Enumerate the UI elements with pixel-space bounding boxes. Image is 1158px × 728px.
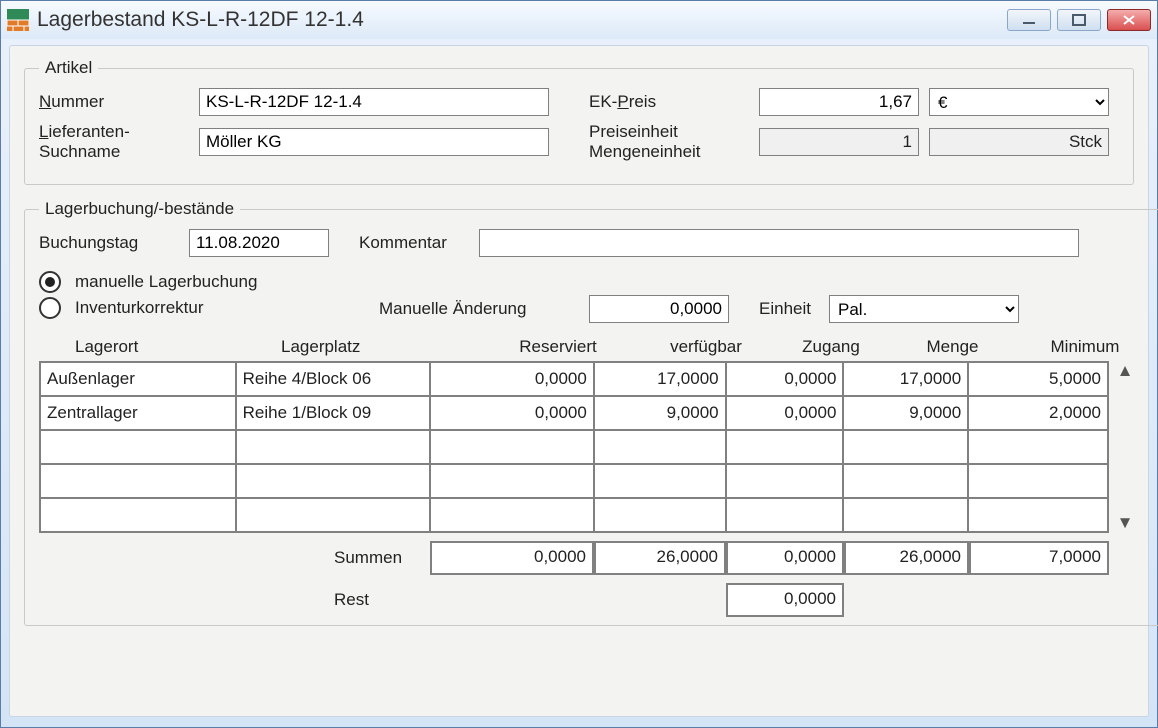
kommentar-label: Kommentar — [359, 233, 447, 252]
lager-group: Lagerbuchung/-bestände Buchungstag Komme… — [24, 199, 1158, 626]
sum-reserviert: 0,0000 — [430, 541, 594, 575]
cell-menge[interactable]: 9,0000 — [843, 396, 968, 430]
nummer-label: Nummer — [39, 92, 104, 111]
cell-ort[interactable]: Außenlager — [40, 362, 236, 396]
radio-inventurkorrektur[interactable] — [39, 297, 61, 319]
manuelle-aenderung-input[interactable] — [589, 295, 729, 323]
summen-label: Summen — [334, 548, 402, 567]
cell-res[interactable]: 0,0000 — [430, 362, 594, 396]
artikel-legend: Artikel — [39, 58, 98, 78]
radio-inventur-label: Inventurkorrektur — [75, 298, 204, 318]
mengeneinheit-label: Mengeneinheit — [589, 142, 701, 161]
sum-menge: 26,0000 — [844, 541, 969, 575]
hdr-zugang: Zugang — [772, 337, 890, 357]
lieferant-input[interactable] — [199, 128, 549, 156]
einheit-label: Einheit — [759, 299, 829, 319]
sum-zugang: 0,0000 — [726, 541, 844, 575]
cell-min[interactable] — [968, 430, 1108, 464]
cell-zu[interactable]: 0,0000 — [726, 362, 844, 396]
buchungstag-label: Buchungstag — [39, 233, 138, 252]
cell-verf[interactable]: 9,0000 — [594, 396, 726, 430]
cell-verf[interactable] — [594, 498, 726, 532]
cell-min[interactable]: 5,0000 — [968, 362, 1108, 396]
window: Lagerbestand KS-L-R-12DF 12-1.4 Artikel … — [0, 0, 1158, 728]
cell-min[interactable]: 2,0000 — [968, 396, 1108, 430]
hdr-minimum: Minimum — [1015, 337, 1155, 357]
radio-manuelle-label: manuelle Lagerbuchung — [75, 272, 257, 292]
currency-select[interactable]: € — [929, 88, 1109, 116]
hdr-lagerort: Lagerort — [49, 337, 271, 357]
table-headers: Lagerort Lagerplatz Reserviert verfügbar… — [49, 337, 1155, 357]
cell-menge[interactable]: 17,0000 — [843, 362, 968, 396]
preiseinheit-label: Preiseinheit — [589, 122, 678, 141]
cell-res[interactable] — [430, 464, 594, 498]
cell-platz[interactable] — [236, 498, 431, 532]
table-row[interactable]: AußenlagerReihe 4/Block 060,000017,00000… — [40, 362, 1108, 396]
table-row[interactable]: ZentrallagerReihe 1/Block 090,00009,0000… — [40, 396, 1108, 430]
hdr-lagerplatz: Lagerplatz — [271, 337, 476, 357]
cell-verf[interactable] — [594, 464, 726, 498]
hdr-reserviert: Reserviert — [476, 337, 640, 357]
brick-wall-icon — [7, 9, 29, 31]
cell-verf[interactable]: 17,0000 — [594, 362, 726, 396]
cell-menge[interactable] — [843, 464, 968, 498]
scroll-down-icon[interactable]: ▼ — [1117, 513, 1134, 533]
lager-table[interactable]: AußenlagerReihe 4/Block 060,000017,00000… — [39, 361, 1109, 533]
table-row[interactable] — [40, 430, 1108, 464]
rest-label: Rest — [334, 590, 369, 609]
close-button[interactable] — [1107, 9, 1151, 31]
buchungstag-input[interactable] — [189, 229, 329, 257]
summen-cells: 0,0000 26,0000 0,0000 26,0000 7,0000 — [430, 541, 1109, 575]
cell-ort[interactable] — [40, 464, 236, 498]
einheit-select[interactable]: Pal. — [829, 295, 1019, 323]
mengeneinheit-value: Stck — [929, 128, 1109, 156]
cell-zu[interactable]: 0,0000 — [726, 396, 844, 430]
sum-verfuegbar: 26,0000 — [594, 541, 726, 575]
cell-platz[interactable]: Reihe 1/Block 09 — [236, 396, 431, 430]
table-row[interactable] — [40, 464, 1108, 498]
sum-minimum: 7,0000 — [969, 541, 1109, 575]
client-area: Artikel Nummer EK-Preis € Lieferanten- — [9, 45, 1149, 717]
table-scrollbar[interactable]: ▲ ▼ — [1113, 361, 1137, 533]
radio-manuelle-lagerbuchung[interactable] — [39, 271, 61, 293]
cell-res[interactable]: 0,0000 — [430, 396, 594, 430]
cell-ort[interactable]: Zentrallager — [40, 396, 236, 430]
scroll-up-icon[interactable]: ▲ — [1117, 361, 1134, 381]
cell-verf[interactable] — [594, 430, 726, 464]
cell-min[interactable] — [968, 464, 1108, 498]
cell-zu[interactable] — [726, 498, 844, 532]
window-title: Lagerbestand KS-L-R-12DF 12-1.4 — [37, 8, 1007, 32]
window-buttons — [1007, 9, 1151, 31]
rest-value: 0,0000 — [726, 583, 844, 617]
hdr-verfuegbar: verfügbar — [640, 337, 772, 357]
lieferant-label: Lieferanten-Suchname — [39, 122, 130, 161]
cell-platz[interactable] — [236, 430, 431, 464]
ekpreis-input[interactable] — [759, 88, 919, 116]
cell-min[interactable] — [968, 498, 1108, 532]
cell-zu[interactable] — [726, 430, 844, 464]
cell-platz[interactable] — [236, 464, 431, 498]
table-row[interactable] — [40, 498, 1108, 532]
kommentar-input[interactable] — [479, 229, 1079, 257]
lager-legend: Lagerbuchung/-bestände — [39, 199, 240, 219]
cell-platz[interactable]: Reihe 4/Block 06 — [236, 362, 431, 396]
manuelle-aenderung-label: Manuelle Änderung — [379, 299, 589, 319]
nummer-input[interactable] — [199, 88, 549, 116]
cell-res[interactable] — [430, 430, 594, 464]
cell-zu[interactable] — [726, 464, 844, 498]
ekpreis-label: EK-Preis — [589, 92, 656, 111]
maximize-button[interactable] — [1057, 9, 1101, 31]
artikel-group: Artikel Nummer EK-Preis € Lieferanten- — [24, 58, 1134, 185]
cell-res[interactable] — [430, 498, 594, 532]
minimize-button[interactable] — [1007, 9, 1051, 31]
preiseinheit-value: 1 — [759, 128, 919, 156]
cell-menge[interactable] — [843, 430, 968, 464]
titlebar: Lagerbestand KS-L-R-12DF 12-1.4 — [1, 1, 1157, 39]
hdr-menge: Menge — [890, 337, 1015, 357]
cell-ort[interactable] — [40, 498, 236, 532]
cell-menge[interactable] — [843, 498, 968, 532]
cell-ort[interactable] — [40, 430, 236, 464]
